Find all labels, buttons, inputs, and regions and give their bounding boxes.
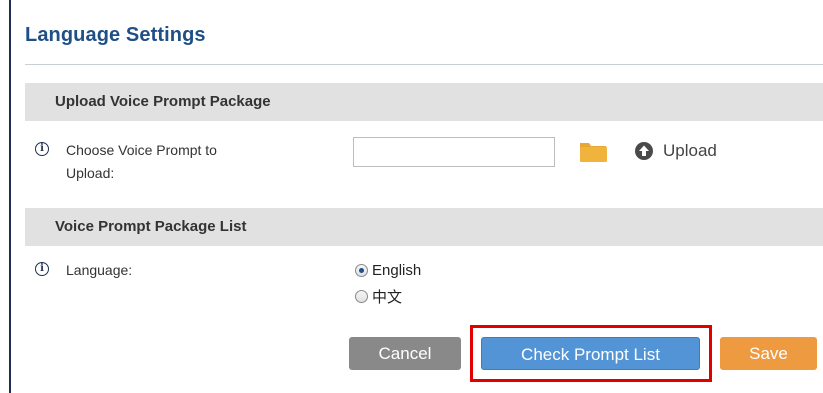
language-label: Language: [66,262,133,278]
title-divider [25,64,823,65]
cancel-button[interactable]: Cancel [349,337,461,370]
upload-button[interactable]: Upload [635,139,717,163]
upload-label: Upload [663,141,717,160]
info-icon[interactable]: i [35,262,49,276]
language-option-chinese[interactable]: 中文 [355,286,402,307]
folder-icon[interactable] [579,139,607,163]
page-title: Language Settings [25,24,206,46]
language-option-english[interactable]: English [355,262,421,279]
settings-panel: Language Settings Upload Voice Prompt Pa… [9,0,823,393]
choose-voice-prompt-label: Choose Voice Prompt to Upload: [66,139,217,185]
choose-voice-prompt-label-line2: Upload: [66,165,115,181]
radio-chinese[interactable] [355,290,368,303]
choose-voice-prompt-label-line1: Choose Voice Prompt to [66,142,217,158]
upload-section-header: Upload Voice Prompt Package [25,83,823,121]
highlight-box [470,325,712,382]
language-option-english-label: English [372,262,422,279]
voice-prompt-file-input[interactable] [353,137,555,167]
info-icon[interactable]: i [35,142,49,156]
radio-english[interactable] [355,264,368,277]
upload-arrow-icon [635,142,653,160]
package-list-section-header: Voice Prompt Package List [25,208,823,246]
language-option-chinese-label: 中文 [372,289,403,306]
save-button[interactable]: Save [720,337,817,370]
